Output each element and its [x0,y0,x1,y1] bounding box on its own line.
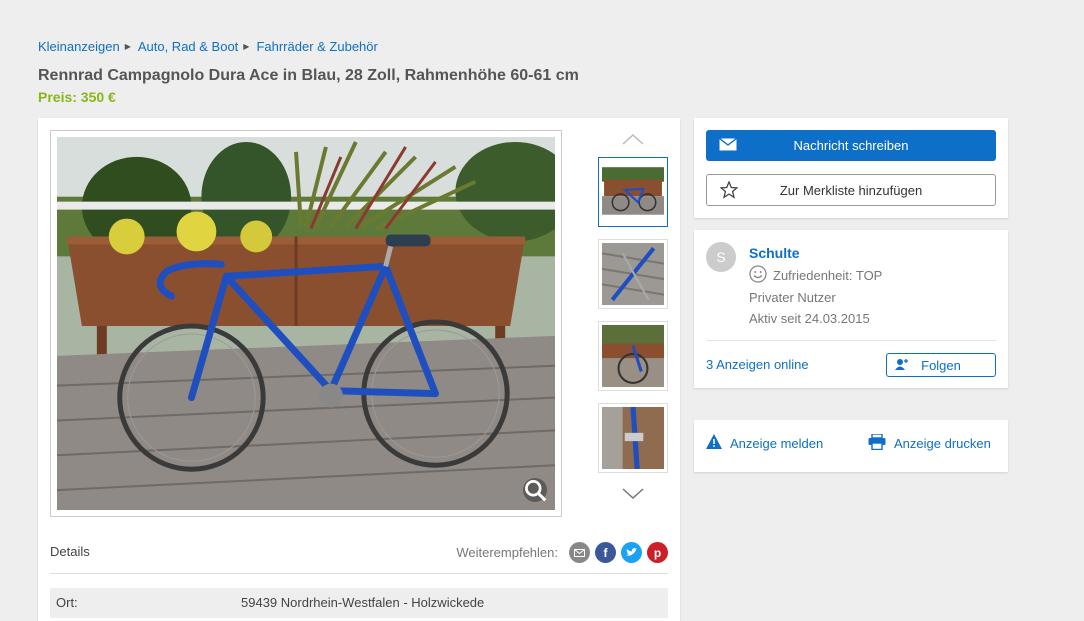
print-ad-label: Anzeige drucken [894,436,991,451]
breadcrumb-separator-icon: ▶ [124,42,131,51]
share-label: Weiterempfehlen: [456,545,558,560]
ad-title: Rennrad Campagnolo Dura Ace in Blau, 28 … [38,67,579,84]
seller-rating-text: Zufriedenheit: TOP [773,268,883,283]
location-row: Ort: 59439 Nordrhein-Westfalen - Holzwic… [50,588,668,618]
bicycle-photo [57,137,555,510]
breadcrumb-item-kleinanzeigen[interactable]: Kleinanzeigen [38,39,120,54]
breadcrumb: Kleinanzeigen ▶ Auto, Rad & Boot ▶ Fahrr… [38,39,378,54]
zoom-icon[interactable] [523,478,547,502]
thumbnail-3[interactable] [598,321,668,391]
thumbnail-1[interactable] [598,157,668,227]
twitter-share-icon[interactable] [621,542,642,563]
follow-button-label: Folgen [921,357,961,373]
star-icon [719,180,739,202]
add-user-icon [895,358,909,375]
thumbnail-strip [598,128,668,500]
location-value: 59439 Nordrhein-Westfalen - Holzwickede [241,595,485,610]
details-label: Details [50,544,90,559]
seller-ads-online-link[interactable]: 3 Anzeigen online [706,357,809,372]
smiley-icon [749,265,767,286]
watchlist-button-label: Zur Merkliste hinzufügen [779,182,923,198]
contact-card: Nachricht schreiben Zur Merkliste hinzuf… [694,118,1008,218]
main-image[interactable] [50,130,562,517]
follow-button[interactable]: Folgen [886,353,996,377]
facebook-share-icon[interactable]: f [595,542,616,563]
details-header: Details Weiterempfehlen: f p [50,538,668,574]
breadcrumb-item-fahrraeder[interactable]: Fahrräder & Zubehör [256,39,377,54]
seller-card: S Schulte Zufriedenheit: TOP Privater Nu… [694,230,1008,388]
seller-type: Privater Nutzer [749,290,836,305]
seller-name[interactable]: Schulte [749,245,800,261]
warning-icon [706,434,722,452]
thumbnail-2[interactable] [598,239,668,309]
envelope-icon [719,137,737,154]
print-ad-link[interactable]: Anzeige drucken [868,433,991,453]
message-button-label: Nachricht schreiben [793,138,909,153]
ad-price: Preis: 350 € [38,89,116,105]
chevron-up-icon[interactable] [598,128,668,150]
thumbnail-4[interactable] [598,403,668,473]
gallery-card: Details Weiterempfehlen: f p Ort: 59439 … [38,118,680,621]
report-ad-link[interactable]: Anzeige melden [706,434,823,452]
message-button[interactable]: Nachricht schreiben [706,130,996,161]
seller-rating: Zufriedenheit: TOP [749,265,882,286]
seller-active-since: Aktiv seit 24.03.2015 [749,311,870,326]
chevron-down-icon[interactable] [598,483,668,505]
avatar: S [706,242,736,272]
email-share-icon[interactable] [569,542,590,563]
share-bar: Weiterempfehlen: f p [456,542,668,563]
pinterest-share-icon[interactable]: p [647,542,668,563]
report-ad-label: Anzeige melden [730,435,824,451]
watchlist-button[interactable]: Zur Merkliste hinzufügen [706,174,996,206]
divider [706,340,996,341]
breadcrumb-separator-icon: ▶ [243,42,250,51]
location-key: Ort: [56,595,78,610]
breadcrumb-item-auto-rad-boot[interactable]: Auto, Rad & Boot [138,39,238,54]
actions-card: Anzeige melden Anzeige drucken [694,420,1008,472]
printer-icon [868,433,886,453]
